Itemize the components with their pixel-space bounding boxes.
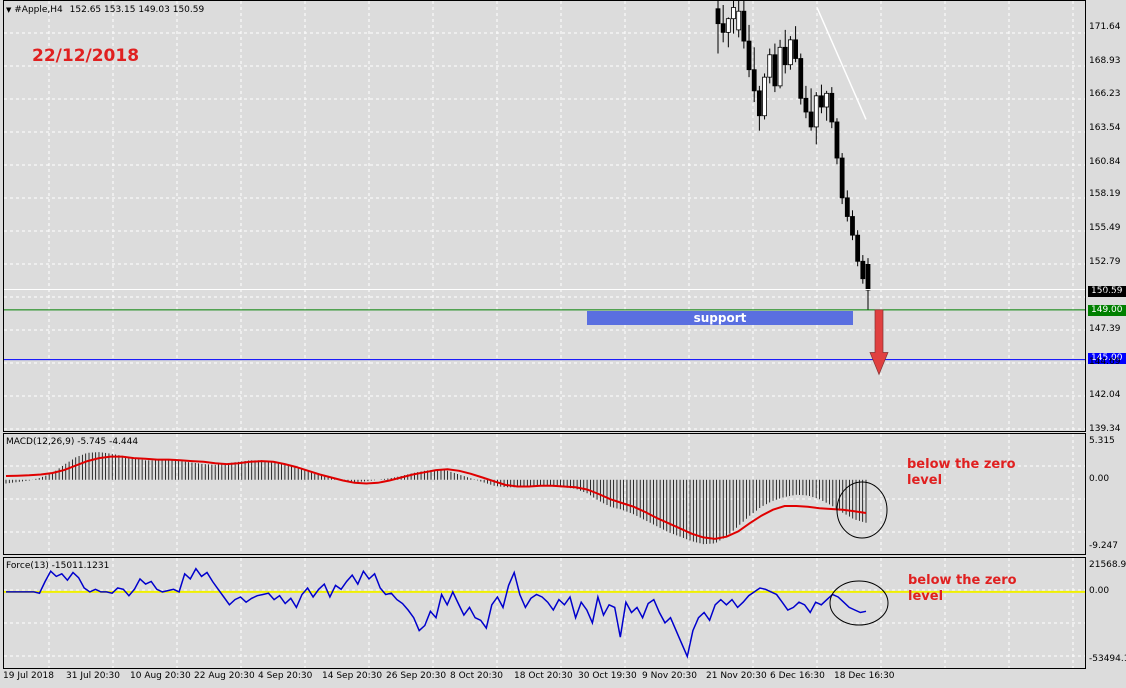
candle — [850, 216, 855, 236]
green-level-badge: 149.00 — [1088, 305, 1126, 316]
candle — [834, 121, 840, 159]
price-tick-label: 166.23 — [1089, 89, 1121, 100]
candle — [725, 18, 731, 33]
force-note-line2: level — [908, 589, 944, 604]
candle — [855, 234, 861, 262]
candle — [782, 46, 788, 66]
candle — [767, 54, 773, 78]
candle — [803, 97, 809, 113]
macd-note-line1: below the zero — [907, 457, 1016, 472]
force-tick-label: 0.00 — [1089, 585, 1110, 596]
x-tick-label: 9 Nov 20:30 — [642, 671, 697, 681]
candle — [762, 76, 767, 117]
macd-chart-svg — [4, 434, 1085, 554]
candle — [741, 10, 747, 42]
x-tick-label: 4 Sep 20:30 — [258, 671, 313, 681]
macd-tick-label: -9.247 — [1089, 541, 1119, 551]
macd-tick-label: 0.00 — [1089, 473, 1110, 484]
candle — [819, 95, 824, 108]
force-tick-label: 21568.95 — [1089, 560, 1126, 570]
candle — [731, 7, 736, 20]
price-tick-label: 171.64 — [1089, 22, 1121, 33]
price-tick-label: 139.34 — [1089, 424, 1121, 434]
candle — [808, 111, 814, 128]
candle — [746, 40, 752, 71]
price-tick-label: 163.54 — [1089, 122, 1121, 133]
candle — [839, 157, 845, 199]
candle — [813, 95, 819, 128]
force-note: below the zero level — [908, 573, 1017, 605]
price-tick-label: 152.79 — [1089, 256, 1121, 267]
macd-header: MACD(12,26,9) -5.745 -4.444 — [6, 437, 139, 447]
down-arrow-icon — [869, 309, 889, 376]
ohlc-readout: 152.65 153.15 149.03 150.59 — [69, 5, 205, 15]
x-tick-label: 26 Sep 20:30 — [386, 671, 447, 681]
candle — [777, 46, 783, 87]
x-tick-label: 8 Oct 20:30 — [450, 671, 503, 681]
chart-menu-chevron-icon[interactable]: ▼ — [6, 6, 11, 14]
chart-header: ▼ #Apple,H4 152.65 153.15 149.03 150.59 — [6, 5, 204, 15]
force-note-line1: below the zero — [908, 573, 1017, 588]
candle — [865, 264, 871, 291]
price-tick-label: 147.39 — [1089, 323, 1121, 334]
price-tick-label: 160.84 — [1089, 156, 1121, 167]
candle — [715, 8, 721, 25]
candle — [793, 39, 798, 59]
macd-note: below the zero level — [907, 457, 1016, 489]
symbol-label: #Apple,H4 — [14, 5, 63, 15]
price-tick-label: 155.49 — [1089, 223, 1121, 234]
candle — [756, 90, 762, 117]
x-tick-label: 18 Oct 20:30 — [514, 671, 573, 681]
x-tick-label: 6 Dec 16:30 — [770, 671, 825, 681]
candle — [829, 92, 835, 123]
annotation-date: 22/12/2018 — [32, 46, 140, 66]
price-tick-label: 150.09 — [1089, 290, 1121, 301]
candle — [720, 23, 726, 33]
force-line — [6, 567, 867, 659]
candle — [788, 39, 793, 66]
macd-panel[interactable] — [3, 433, 1086, 555]
x-tick-label: 18 Dec 16:30 — [834, 671, 895, 681]
price-tick-label: 168.93 — [1089, 55, 1121, 66]
price-tick-label: 142.04 — [1089, 390, 1121, 401]
macd-tick-label: 5.315 — [1089, 436, 1115, 446]
force-header: Force(13) -15011.1231 — [6, 561, 110, 571]
price-tick-label: 158.19 — [1089, 189, 1121, 200]
x-tick-label: 31 Jul 20:30 — [66, 671, 120, 681]
x-tick-label: 14 Sep 20:30 — [322, 671, 383, 681]
price-chart-svg — [4, 1, 1085, 431]
highlight-circle — [829, 580, 889, 626]
x-tick-label: 22 Aug 20:30 — [194, 671, 255, 681]
price-chart-panel[interactable] — [3, 0, 1086, 432]
candle — [736, 10, 742, 31]
candle — [860, 260, 866, 280]
candle — [844, 197, 850, 217]
x-tick-label: 19 Jul 2018 — [3, 671, 54, 681]
support-zone-label: support — [587, 311, 853, 325]
macd-signal-line — [5, 455, 867, 540]
candle — [798, 58, 804, 99]
candle — [772, 54, 778, 87]
candle — [751, 69, 757, 92]
candle — [824, 92, 830, 108]
force-tick-label: -53494.1 — [1089, 654, 1126, 664]
x-tick-label: 21 Nov 20:30 — [706, 671, 767, 681]
price-tick-label: 144.69 — [1089, 357, 1121, 368]
macd-note-line2: level — [907, 473, 943, 488]
x-tick-label: 10 Aug 20:30 — [130, 671, 191, 681]
x-tick-label: 30 Oct 19:30 — [578, 671, 637, 681]
